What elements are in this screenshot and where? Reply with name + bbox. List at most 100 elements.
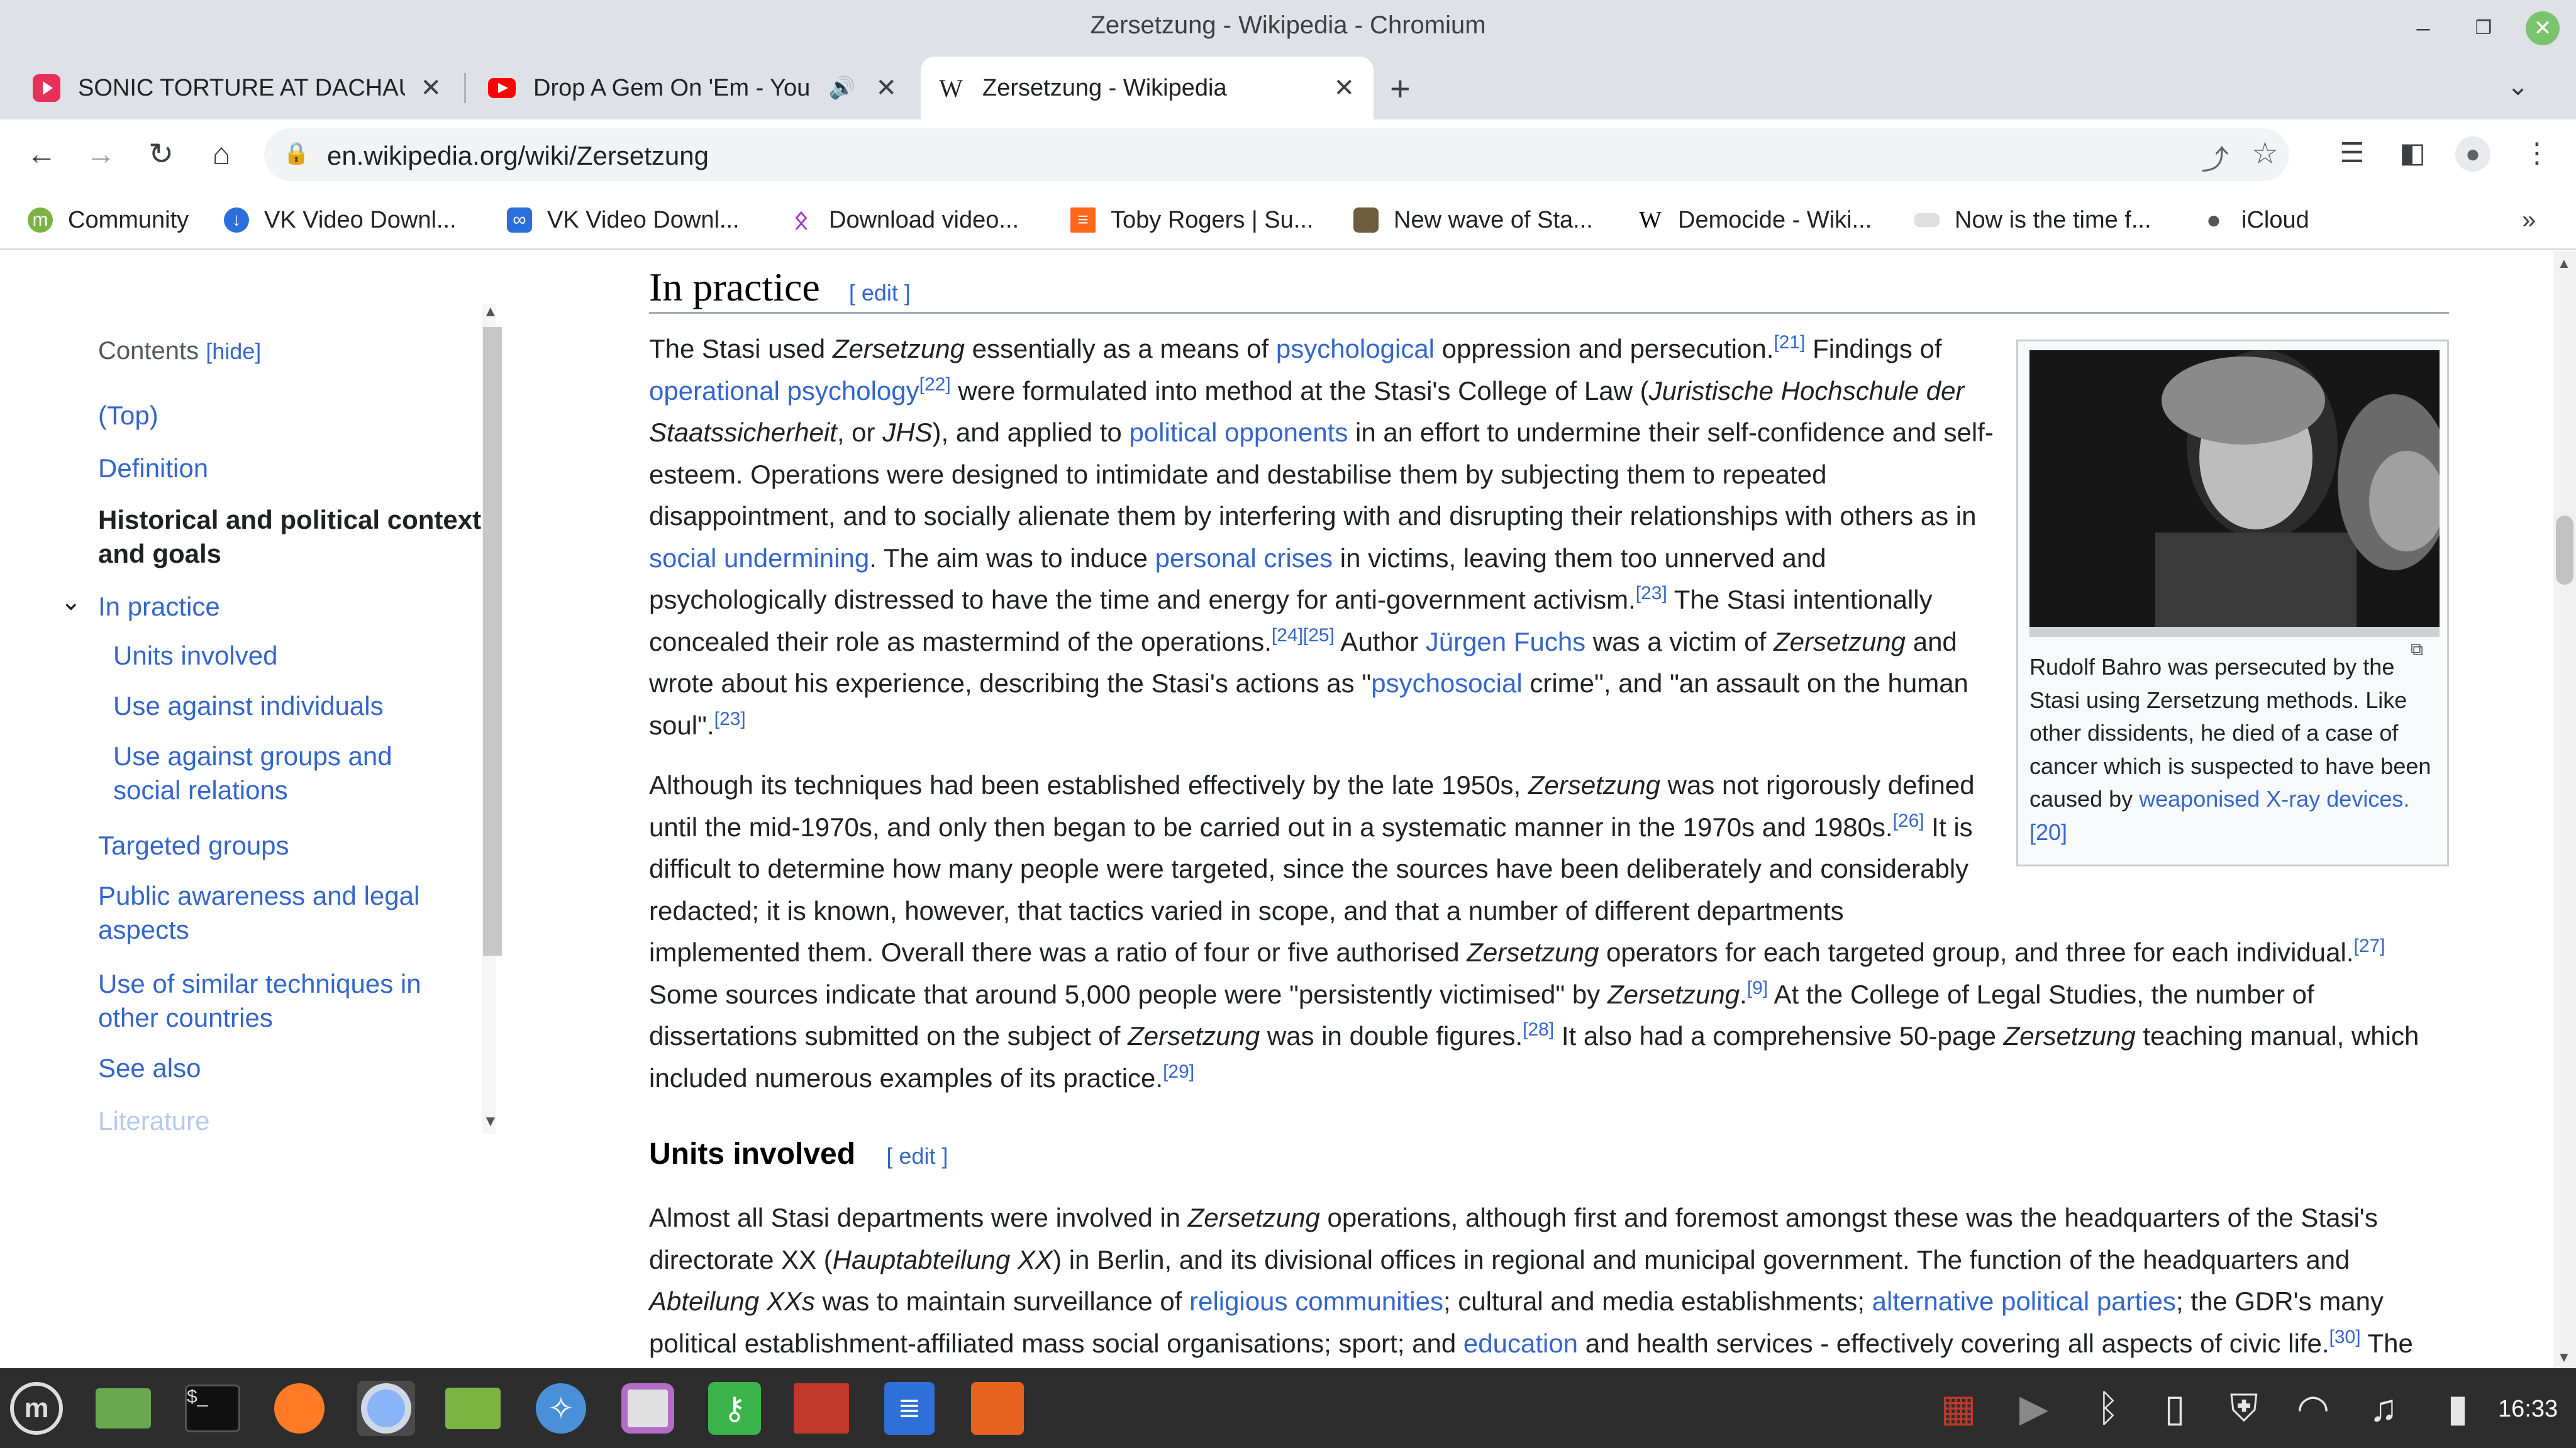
toc-item-literature[interactable]: Literature: [98, 1104, 209, 1138]
bookmarks-bar: m Community ↓ VK Video Downl... ∞ VK Vid…: [0, 190, 2576, 250]
side-panel-icon[interactable]: ◧: [2394, 135, 2431, 172]
bookmark-download-video[interactable]: ᛟ Download video...: [789, 202, 1019, 238]
rudolf-bahro-photo[interactable]: [2029, 350, 2440, 637]
link-alternative-political-parties[interactable]: alternative political parties: [1872, 1286, 2176, 1316]
edit-link[interactable]: [ edit ]: [849, 280, 911, 306]
tab-title: Zersetzung - Wikipedia: [982, 74, 1227, 101]
link-psychological[interactable]: psychological: [1276, 334, 1435, 363]
text-editor-icon[interactable]: ≣: [880, 1381, 938, 1436]
bluetooth-icon[interactable]: ᛒ: [2084, 1384, 2132, 1432]
share-icon[interactable]: ⤴: [2201, 137, 2229, 177]
wifi-icon[interactable]: ◠: [2289, 1384, 2337, 1432]
link-religious-communities[interactable]: religious communities: [1189, 1286, 1443, 1316]
camera-tray-icon[interactable]: ▶: [2010, 1384, 2058, 1432]
toc-item-units-involved[interactable]: Units involved: [113, 639, 277, 673]
link-operational-psychology[interactable]: operational psychology: [649, 376, 919, 406]
link-jurgen-fuchs[interactable]: Jürgen Fuchs: [1426, 627, 1585, 656]
figure-caption: Rudolf Bahro was persecuted by the Stasi…: [2029, 651, 2438, 849]
link-psychosocial[interactable]: psychosocial: [1371, 668, 1522, 698]
bookmark-democide[interactable]: W Democide - Wiki...: [1638, 202, 1872, 238]
tab-sonic-torture[interactable]: SONIC TORTURE AT DACHAU ✕: [33, 57, 460, 119]
toc-item-in-practice[interactable]: In practice: [98, 590, 220, 624]
page-scroll-up-icon[interactable]: ▲: [2557, 255, 2571, 272]
web-browser-compass-icon[interactable]: ✧: [532, 1381, 590, 1436]
page-scrollbar[interactable]: [2553, 251, 2576, 1368]
clock[interactable]: 16:33: [2498, 1396, 2558, 1423]
link-social-undermining[interactable]: social undermining: [649, 543, 869, 573]
toc-heading-text: Contents: [98, 337, 199, 365]
bookmark-now-is-the-time[interactable]: Now is the time f...: [1914, 202, 2151, 238]
forward-arrow-icon[interactable]: →: [82, 136, 119, 174]
chevron-down-icon[interactable]: ⌄: [60, 587, 82, 616]
link-education[interactable]: education: [1463, 1329, 1578, 1358]
camera-icon[interactable]: [619, 1381, 677, 1436]
scroll-up-arrow-icon[interactable]: ▲: [483, 303, 498, 321]
bookmark-label: Democide - Wiki...: [1678, 206, 1872, 233]
terminal-icon[interactable]: $_: [184, 1381, 242, 1436]
close-tab-icon[interactable]: ✕: [1333, 74, 1355, 102]
ok-icon: ᛟ: [794, 206, 809, 234]
scroll-down-arrow-icon[interactable]: ▼: [483, 1113, 498, 1130]
toc-hide-link[interactable]: [hide]: [206, 338, 261, 364]
minimize-button[interactable]: –: [2406, 11, 2440, 45]
firewall-icon[interactable]: [792, 1381, 850, 1436]
files-icon[interactable]: [444, 1381, 502, 1436]
toc-item-historical-context[interactable]: Historical and political context and goa…: [98, 503, 481, 571]
mint-menu-icon[interactable]: m: [8, 1381, 65, 1436]
toc-item-label: Historical and political context: [98, 505, 482, 534]
bookmark-toby-rogers[interactable]: ≡ Toby Rogers | Su...: [1070, 202, 1313, 238]
tab-search-chevron-icon[interactable]: ⌄: [2507, 70, 2529, 101]
link-political-opponents[interactable]: political opponents: [1129, 417, 1348, 447]
lock-icon[interactable]: 🔒: [283, 141, 309, 166]
edit-link[interactable]: [ edit ]: [886, 1143, 948, 1169]
new-tab-button[interactable]: +: [1390, 68, 1411, 109]
toc-scrollbar-thumb[interactable]: [483, 327, 502, 956]
toc-item-definition[interactable]: Definition: [98, 451, 208, 485]
toc-item-similar-techniques[interactable]: Use of similar techniques in other count…: [98, 967, 421, 1035]
firewall-tray-icon[interactable]: ▦: [1935, 1384, 1982, 1432]
bookmark-vk-video-1[interactable]: ↓ VK Video Downl...: [224, 202, 457, 238]
presentation-icon[interactable]: [969, 1381, 1026, 1436]
toc-item-targeted-groups[interactable]: Targeted groups: [98, 829, 289, 863]
close-window-button[interactable]: ✕: [2526, 11, 2560, 45]
profile-avatar-icon[interactable]: ●: [2454, 135, 2492, 172]
vk-alt-icon: ∞: [507, 207, 532, 233]
firefox-icon[interactable]: [270, 1381, 328, 1436]
maximize-button[interactable]: ❐: [2467, 11, 2501, 45]
tab-zersetzung[interactable]: W Zersetzung - Wikipedia ✕: [921, 57, 1374, 119]
audio-playing-icon[interactable]: 🔊: [829, 75, 855, 101]
bookmark-community[interactable]: m Community: [28, 202, 189, 238]
page-scroll-down-icon[interactable]: ▼: [2557, 1349, 2571, 1366]
close-tab-icon[interactable]: ✕: [875, 74, 897, 102]
close-tab-icon[interactable]: ✕: [420, 74, 441, 102]
show-desktop-icon[interactable]: [94, 1381, 152, 1436]
toc-item-public-awareness[interactable]: Public awareness and legal aspects: [98, 879, 419, 947]
link-personal-crises[interactable]: personal crises: [1155, 543, 1333, 573]
clipboard-icon[interactable]: ▯: [2151, 1384, 2199, 1432]
reading-list-icon[interactable]: ☰: [2333, 135, 2371, 172]
toc-item-use-against-individuals[interactable]: Use against individuals: [113, 689, 384, 723]
toc-item-top[interactable]: (Top): [98, 399, 158, 433]
bookmark-star-icon[interactable]: ☆: [2251, 136, 2279, 171]
toc-item-see-also[interactable]: See also: [98, 1051, 201, 1085]
battery-icon[interactable]: ▮: [2434, 1384, 2482, 1432]
url-text[interactable]: en.wikipedia.org/wiki/Zersetzung: [327, 141, 709, 171]
bookmark-new-wave[interactable]: New wave of Sta...: [1353, 202, 1593, 238]
bookmark-label: Now is the time f...: [1955, 206, 2151, 233]
address-bar[interactable]: 🔒 en.wikipedia.org/wiki/Zersetzung ⤴ ☆: [264, 128, 2289, 181]
tab-drop-a-gem[interactable]: Drop A Gem On 'Em - You 🔊 ✕: [488, 57, 916, 119]
more-bookmarks-chevron-icon[interactable]: »: [2522, 202, 2536, 238]
menu-kebab-icon[interactable]: ⋮: [2518, 135, 2556, 172]
reload-icon[interactable]: ↻: [142, 136, 180, 174]
key-tool-icon[interactable]: ⚷: [706, 1381, 763, 1436]
volume-music-icon[interactable]: ♫: [2360, 1384, 2407, 1432]
apple-icon: ●: [2206, 206, 2222, 234]
back-arrow-icon[interactable]: ←: [23, 136, 60, 174]
chromium-icon[interactable]: [357, 1381, 415, 1436]
shield-icon[interactable]: ⛨: [2220, 1384, 2268, 1432]
bookmark-vk-video-2[interactable]: ∞ VK Video Downl...: [507, 202, 740, 238]
home-icon[interactable]: ⌂: [203, 136, 240, 174]
toc-item-use-against-groups[interactable]: Use against groups and social relations: [113, 739, 392, 807]
bookmark-icloud[interactable]: ● iCloud: [2201, 202, 2309, 238]
page-scrollbar-thumb[interactable]: [2556, 516, 2573, 585]
